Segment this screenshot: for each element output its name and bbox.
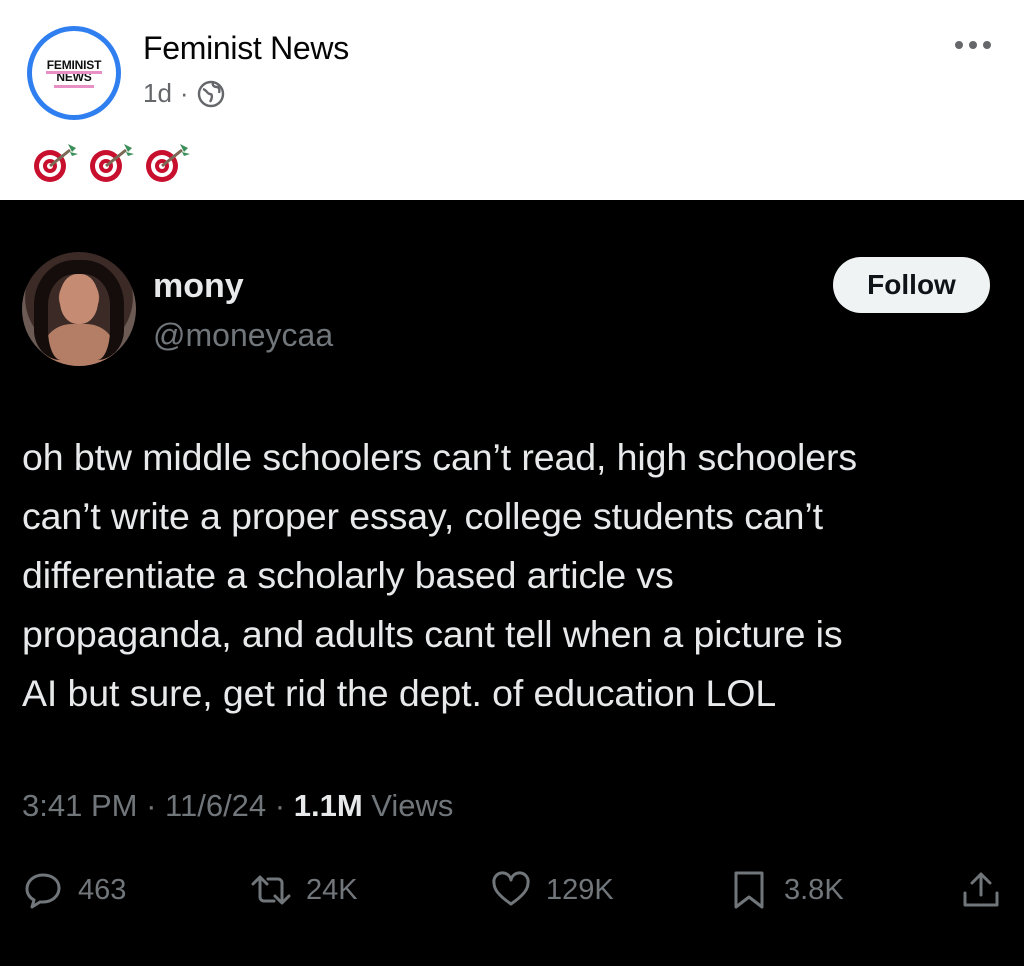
bookmark-icon (734, 871, 764, 909)
bookmark-button[interactable]: 3.8K (728, 866, 844, 914)
tweet-text-line: propaganda, and adults cant tell when a … (22, 613, 843, 655)
tweet-text-line: oh btw middle schoolers can’t read, high… (22, 436, 858, 478)
tweet-text: oh btw middle schoolers can’t read, high… (22, 428, 1012, 723)
display-name[interactable]: mony (153, 267, 244, 306)
reply-icon (25, 873, 61, 909)
repost-button[interactable]: 24K (250, 866, 358, 914)
like-button[interactable]: 129K (490, 866, 614, 914)
post-meta: 1d · (143, 78, 225, 109)
repost-icon (251, 875, 291, 905)
heart-icon (492, 871, 530, 906)
tweet-text-line: differentiate a scholarly based article … (22, 554, 674, 596)
page-name[interactable]: Feminist News (143, 30, 349, 67)
post-age[interactable]: 1d (143, 78, 172, 109)
direct-hit-icon (146, 144, 190, 182)
dot-separator: · (274, 788, 286, 823)
user-avatar[interactable] (22, 252, 136, 366)
user-handle[interactable]: @moneycaa (153, 317, 333, 354)
post-caption (30, 140, 192, 184)
repost-count: 24K (306, 873, 358, 906)
timestamp-row: 3:41 PM · 11/6/24 · 1.1M Views (22, 788, 453, 824)
tweet-time[interactable]: 3:41 PM (22, 788, 137, 823)
tweet-text-line: AI but sure, get rid the dept. of educat… (22, 672, 777, 714)
share-button[interactable] (960, 866, 1002, 914)
direct-hit-icon (90, 144, 134, 182)
facebook-post-header: FEMINIST NEWS Feminist News 1d · (0, 0, 1024, 200)
more-dots-icon[interactable] (949, 34, 997, 56)
follow-button[interactable]: Follow (833, 257, 990, 313)
globe-icon (197, 80, 224, 107)
tweet-actions: 463 24K 129K 3.8K (0, 866, 1024, 914)
reply-count: 463 (78, 873, 127, 906)
dot-separator: · (146, 788, 157, 823)
bookmark-count: 3.8K (784, 873, 844, 906)
like-count: 129K (546, 873, 614, 906)
views-label: Views (371, 788, 454, 823)
tweet-screenshot: mony @moneycaa Follow oh btw middle scho… (0, 200, 1024, 966)
direct-hit-icon (34, 144, 78, 182)
meta-separator: · (179, 78, 189, 108)
page-avatar[interactable]: FEMINIST NEWS (27, 26, 121, 120)
tweet-text-line: can’t write a proper essay, college stud… (22, 495, 823, 537)
views-count: 1.1M (293, 788, 363, 823)
share-icon (963, 872, 999, 907)
reply-button[interactable]: 463 (22, 866, 126, 914)
tweet-date[interactable]: 11/6/24 (165, 788, 266, 823)
